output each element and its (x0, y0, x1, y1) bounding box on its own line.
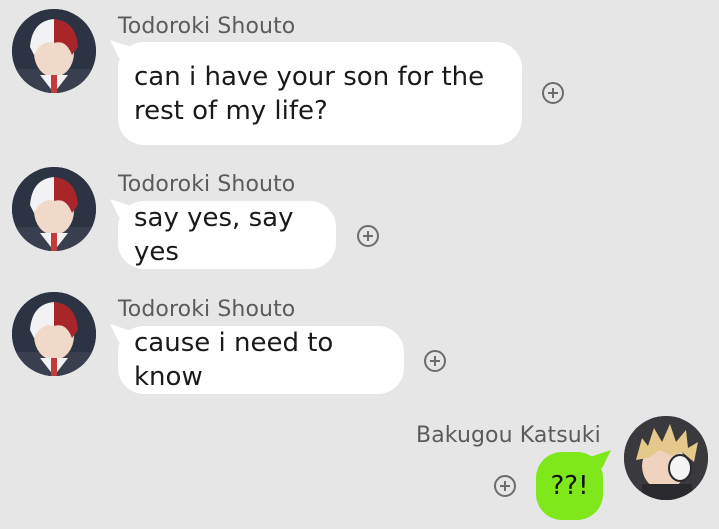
message-bubble[interactable]: can i have your son for the rest of my l… (118, 42, 522, 145)
todoroki-avatar-icon (12, 292, 96, 376)
bakugou-avatar-icon (624, 416, 708, 500)
message-text: say yes, say yes (134, 203, 294, 267)
sender-name: Todoroki Shouto (118, 172, 296, 197)
plus-circle-icon[interactable] (542, 82, 564, 104)
message-text: ??! (550, 471, 589, 501)
message-bubble[interactable]: cause i need to know (118, 326, 404, 394)
plus-circle-icon[interactable] (424, 350, 446, 372)
message-text: cause i need to know (134, 328, 334, 392)
sender-name: Todoroki Shouto (118, 14, 296, 39)
avatar[interactable] (12, 9, 96, 93)
avatar[interactable] (624, 416, 708, 500)
todoroki-avatar-icon (12, 9, 96, 93)
message-bubble[interactable]: say yes, say yes (118, 201, 336, 269)
avatar[interactable] (12, 292, 96, 376)
chat-thread: Todoroki Shouto can i have your son for … (0, 0, 719, 529)
message-text: can i have your son for the rest of my l… (134, 61, 485, 126)
sender-name: Todoroki Shouto (118, 297, 296, 322)
message-bubble[interactable]: ??! (536, 452, 603, 520)
sender-name: Bakugou Katsuki (416, 423, 601, 448)
plus-circle-icon[interactable] (494, 475, 516, 497)
todoroki-avatar-icon (12, 167, 96, 251)
plus-circle-icon[interactable] (357, 225, 379, 247)
avatar[interactable] (12, 167, 96, 251)
